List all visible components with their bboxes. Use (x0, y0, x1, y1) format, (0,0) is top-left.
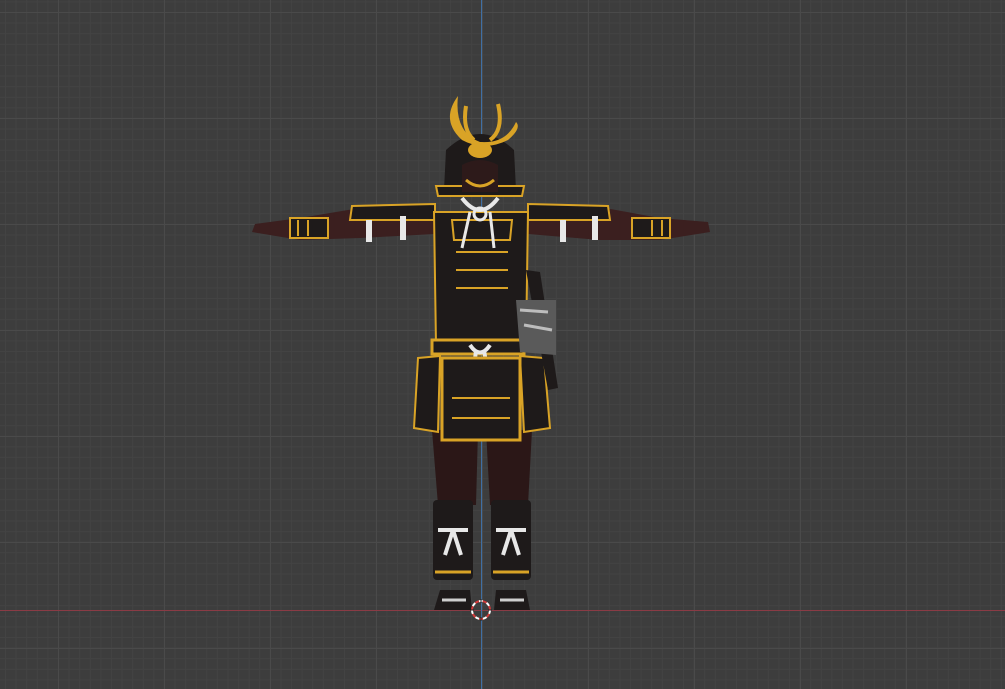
right-arm (527, 202, 710, 242)
samurai-model[interactable] (0, 0, 1005, 689)
helmet (434, 96, 526, 197)
3d-cursor-icon[interactable] (470, 599, 492, 621)
legs (432, 430, 532, 610)
3d-viewport[interactable] (0, 0, 1005, 689)
skirt-armor (412, 354, 552, 442)
left-arm (252, 202, 436, 242)
